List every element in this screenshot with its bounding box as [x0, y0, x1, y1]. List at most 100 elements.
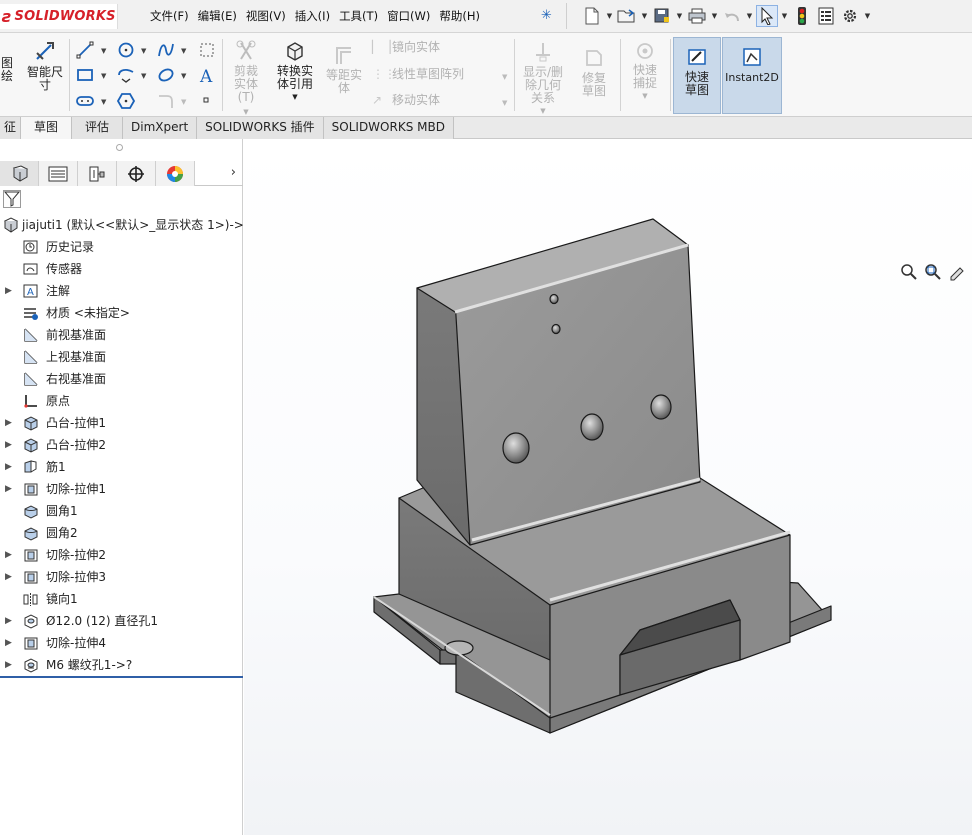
tree-item[interactable]: ▶ Ø12.0 (12) 直径孔1 [0, 610, 243, 632]
circle-dropdown-icon[interactable]: ▼ [141, 47, 146, 55]
tree-item[interactable]: ▶ 切除-拉伸1 [0, 478, 243, 500]
hole-large-3[interactable] [650, 394, 672, 420]
expand-arrow-icon[interactable]: ▶ [5, 610, 12, 632]
tree-item[interactable]: 上视基准面 [0, 346, 243, 368]
sketch-button-partial[interactable]: 图绘 [0, 57, 17, 83]
tree-item[interactable]: ▶ 切除-拉伸4 [0, 632, 243, 654]
file-properties-icon[interactable] [815, 5, 837, 27]
point-icon[interactable] [200, 94, 212, 106]
quick-snap-dropdown-icon[interactable]: ▼ [622, 90, 668, 103]
spline-icon[interactable] [157, 41, 175, 59]
tree-item[interactable]: ▶ M6 螺纹孔1->? [0, 654, 243, 676]
select-cursor-icon[interactable] [756, 5, 778, 27]
expand-arrow-icon[interactable]: ▶ [5, 478, 12, 500]
options-dropdown-icon[interactable]: ▼ [863, 12, 872, 20]
new-dropdown-icon[interactable]: ▼ [605, 12, 614, 20]
model-view[interactable] [244, 139, 972, 835]
tree-item[interactable]: ▶ 切除-拉伸3 [0, 566, 243, 588]
previous-view-icon[interactable] [948, 263, 966, 281]
smart-dimension-button[interactable]: 智能尺寸 [24, 39, 66, 92]
rapid-sketch-button[interactable]: 快速草图 [673, 37, 721, 114]
tab-addins[interactable]: SOLIDWORKS 插件 [197, 117, 324, 139]
convert-entities-button[interactable]: 转换实体引用 ▼ [272, 40, 318, 104]
solidworks-logo[interactable]: ƨ SOLIDWORKS [0, 4, 118, 29]
zoom-to-fit-icon[interactable] [900, 263, 918, 281]
panel-collapse-handle[interactable] [116, 144, 123, 151]
undo-icon[interactable] [721, 5, 743, 27]
tab-mbd[interactable]: SOLIDWORKS MBD [323, 117, 454, 139]
save-icon[interactable] [651, 5, 673, 27]
thread-hole-1[interactable] [549, 293, 559, 305]
hole-large-2[interactable] [580, 413, 604, 441]
pattern-dropdown-icon[interactable]: ▼ [502, 73, 507, 81]
tree-root[interactable]: jiajuti1 (默认<<默认>_显示状态 1>)->? [0, 214, 250, 236]
expand-arrow-icon[interactable]: ▶ [5, 412, 12, 434]
expand-arrow-icon[interactable]: ▶ [5, 434, 12, 456]
expand-arrow-icon[interactable]: ▶ [5, 632, 12, 654]
tree-item[interactable]: ▶ A 注解 [0, 280, 243, 302]
fillet-sketch-icon[interactable] [157, 92, 175, 110]
more-tabs-chevron-icon[interactable]: › [231, 165, 236, 180]
tree-item[interactable]: 前视基准面 [0, 324, 243, 346]
move-entities-button[interactable]: ↗ 移动实体 [372, 94, 440, 107]
rectangle-dropdown-icon[interactable]: ▼ [101, 72, 106, 80]
print-icon[interactable] [686, 5, 708, 27]
trim-entities-button[interactable]: 剪裁实体(T) ▼ [224, 40, 268, 119]
hexagon-icon[interactable] [117, 92, 135, 110]
open-folder-icon[interactable] [616, 5, 638, 27]
menu-help[interactable]: 帮助(H) [437, 8, 487, 24]
tab-sketch[interactable]: 草图 [21, 117, 73, 139]
pin-menu-icon[interactable]: ✳ [541, 8, 552, 23]
tree-item[interactable]: ▶ 凸台-拉伸2 [0, 434, 243, 456]
spline-dropdown-icon[interactable]: ▼ [181, 47, 186, 55]
arc-dropdown-icon[interactable]: ▼ [141, 72, 146, 80]
hole-large-1[interactable] [502, 432, 530, 464]
tree-item[interactable]: 圆角2 [0, 522, 243, 544]
line-dropdown-icon[interactable]: ▼ [101, 47, 106, 55]
tree-item[interactable]: 原点 [0, 390, 243, 412]
tree-item[interactable]: 材质 <未指定> [0, 302, 243, 324]
tab-features[interactable]: 征 [0, 117, 22, 139]
expand-arrow-icon[interactable]: ▶ [5, 280, 12, 302]
expand-arrow-icon[interactable]: ▶ [5, 544, 12, 566]
zoom-to-area-icon[interactable] [924, 263, 942, 281]
tree-item[interactable]: 右视基准面 [0, 368, 243, 390]
circle-icon[interactable] [117, 41, 135, 59]
feature-manager-tab[interactable] [0, 161, 39, 186]
slot-icon[interactable] [76, 92, 94, 110]
new-document-icon[interactable] [581, 5, 603, 27]
text-icon[interactable]: A [198, 66, 216, 84]
rebuild-traffic-light-icon[interactable] [791, 5, 813, 27]
ellipse-dropdown-icon[interactable]: ▼ [181, 72, 186, 80]
menu-edit[interactable]: 编辑(E) [196, 8, 244, 24]
tree-item[interactable]: 历史记录 [0, 236, 243, 258]
thread-hole-2[interactable] [551, 323, 561, 335]
filter-icon[interactable] [3, 190, 21, 208]
save-dropdown-icon[interactable]: ▼ [675, 12, 684, 20]
tab-dimxpert[interactable]: DimXpert [123, 117, 198, 139]
fillet-dropdown-icon[interactable]: ▼ [181, 98, 186, 106]
expand-arrow-icon[interactable]: ▶ [5, 456, 12, 478]
menu-tools[interactable]: 工具(T) [337, 8, 385, 24]
quick-snaps-button[interactable]: 快速捕捉 ▼ [622, 41, 668, 103]
open-dropdown-icon[interactable]: ▼ [640, 12, 649, 20]
display-manager-tab[interactable] [156, 161, 195, 186]
construction-geometry-icon[interactable] [198, 41, 216, 59]
tree-item[interactable]: 圆角1 [0, 500, 243, 522]
tree-item[interactable]: 镜向1 [0, 588, 243, 610]
linear-pattern-button[interactable]: ⋮⋮线性草图阵列 [372, 68, 464, 81]
print-dropdown-icon[interactable]: ▼ [710, 12, 719, 20]
tree-item[interactable]: ▶ 凸台-拉伸1 [0, 412, 243, 434]
slot-dropdown-icon[interactable]: ▼ [101, 98, 106, 106]
menu-window[interactable]: 窗口(W) [385, 8, 437, 24]
expand-arrow-icon[interactable]: ▶ [5, 654, 12, 676]
move-dropdown-icon[interactable]: ▼ [502, 99, 507, 107]
undo-dropdown-icon[interactable]: ▼ [745, 12, 754, 20]
expand-arrow-icon[interactable]: ▶ [5, 566, 12, 588]
line-icon[interactable] [76, 41, 94, 59]
select-dropdown-icon[interactable]: ▼ [780, 12, 789, 20]
menu-insert[interactable]: 插入(I) [293, 8, 337, 24]
tree-item[interactable]: ▶ 筋1 [0, 456, 243, 478]
polygon-icon[interactable] [117, 66, 135, 84]
configuration-manager-tab[interactable] [78, 161, 117, 186]
